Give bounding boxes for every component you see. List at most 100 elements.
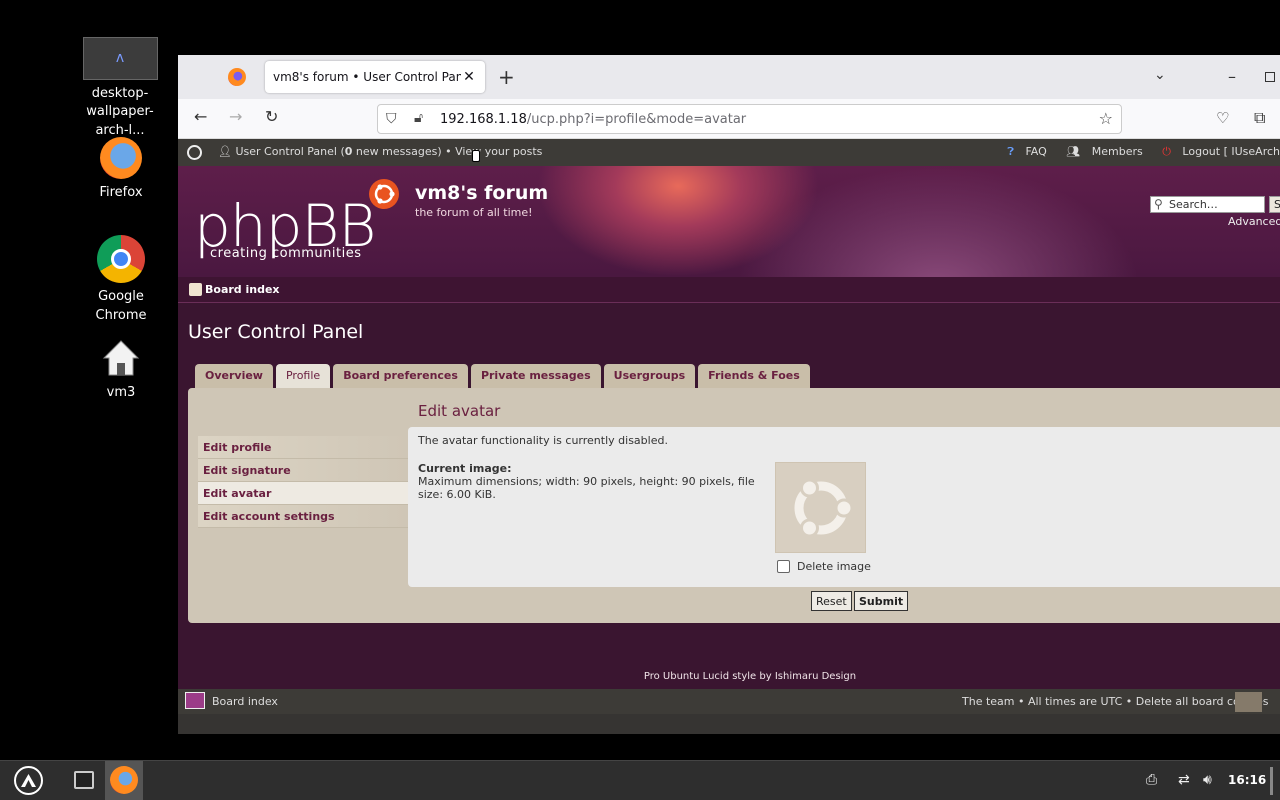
bookmark-star-icon[interactable]: ☆	[1099, 109, 1113, 128]
volume-icon[interactable]: 🔊︎	[1203, 772, 1212, 788]
tab-bar: vm8's forum • User Control Panel ✕ + ⌄ –	[178, 55, 1280, 99]
new-tab-icon[interactable]: +	[498, 65, 515, 89]
tab-private-messages[interactable]: Private messages	[470, 364, 601, 388]
firefox-view-icon[interactable]	[228, 68, 246, 86]
search-placeholder: Search…	[1169, 198, 1218, 211]
topbar-left: 👤︎ User Control Panel (0 new messages) •…	[218, 145, 542, 158]
network-icon[interactable]: ⇄	[1178, 772, 1190, 788]
desktop-icon-label: Firefox	[99, 185, 143, 200]
desktop-icon-label: desktop-	[91, 86, 149, 101]
clock[interactable]: 16:16	[1228, 773, 1266, 787]
pocket-icon[interactable]: ♡	[1216, 109, 1229, 127]
tab-profile[interactable]: Profile	[275, 364, 331, 389]
forum-topbar: 👤︎ User Control Panel (0 new messages) •…	[178, 139, 1280, 166]
faq-link[interactable]: ❓︎ FAQ	[999, 145, 1046, 158]
tab-overview[interactable]: Overview	[195, 364, 273, 388]
style-swatch[interactable]	[1235, 692, 1262, 712]
search-input[interactable]: ⚲ Search…	[1150, 196, 1265, 213]
menu-edit-signature[interactable]: Edit signature	[198, 459, 408, 482]
delete-image-option: Delete image	[777, 560, 871, 573]
image-file-icon: ʌ	[82, 37, 158, 80]
back-icon[interactable]: ←	[194, 107, 207, 126]
search-icon: ⚲	[1154, 197, 1163, 211]
app-launcher-icon[interactable]	[14, 766, 43, 795]
tab-title: vm8's forum • User Control Panel	[273, 70, 461, 84]
forum-header: phpBB creating communities vm8's forum t…	[178, 166, 1280, 277]
close-tab-icon[interactable]: ✕	[461, 69, 477, 85]
topbar-right: ❓︎ FAQ 👥︎ Members ⏻ Logout [ IUseArch	[991, 145, 1280, 159]
chevron-down-icon[interactable]: ⌄	[1154, 67, 1166, 83]
breadcrumb: Board index	[178, 277, 1280, 303]
tab-usergroups[interactable]: Usergroups	[603, 364, 696, 388]
members-link[interactable]: 👥︎ Members	[1058, 145, 1142, 158]
menu-edit-profile[interactable]: Edit profile	[198, 436, 408, 459]
footer-board-index[interactable]: Board index	[212, 695, 278, 708]
desktop-icon-wallpaper[interactable]: ʌ desktop- wallpaper-arch-l...	[70, 37, 170, 140]
desktop-icon-chrome[interactable]: Google Chrome	[71, 235, 171, 325]
desktop-icon-label: Google Chrome	[95, 289, 147, 323]
extensions-icon[interactable]: ⧉	[1254, 108, 1265, 128]
user-icon: 👤︎	[218, 145, 236, 158]
nav-bar: ← → ↻ ⛉ 🔓︎ 192.168.1.18/ucp.php?i=profil…	[178, 99, 1280, 139]
ucp-link[interactable]: User Control Panel (	[235, 145, 344, 158]
search-button[interactable]: S	[1269, 196, 1280, 213]
avatar-image	[775, 462, 866, 553]
url-host: 192.168.1.18	[440, 112, 527, 127]
forum-footer: Board index The team • All times are UTC…	[178, 689, 1280, 714]
taskbar-firefox[interactable]	[105, 761, 143, 800]
section-title: Edit avatar	[418, 402, 501, 420]
minimize-icon[interactable]: –	[1228, 67, 1236, 86]
maximize-icon[interactable]	[1265, 72, 1275, 82]
url-path: /ucp.php?i=profile&mode=avatar	[526, 112, 747, 127]
ubuntu-logo-icon	[369, 179, 399, 209]
logout-link[interactable]: ⏻ Logout [ IUseArch	[1154, 145, 1280, 158]
page-title: User Control Panel	[188, 321, 364, 343]
firefox-icon	[110, 766, 138, 794]
desktop-icon-firefox[interactable]: Firefox	[71, 137, 171, 202]
desktop-icon-label: vm3	[106, 385, 136, 400]
tab-board-preferences[interactable]: Board preferences	[333, 364, 468, 388]
home-icon	[189, 283, 202, 296]
current-image-label: Current image:	[418, 462, 512, 475]
printer-icon[interactable]: ⎙	[1146, 772, 1157, 788]
desktop-icon-vm3[interactable]: vm3	[71, 337, 171, 402]
pointer-cursor-icon	[472, 150, 480, 162]
insecure-lock-icon[interactable]: 🔓︎	[414, 110, 423, 126]
ubuntu-avatar-icon	[794, 478, 853, 537]
style-credit[interactable]: Pro Ubuntu Lucid style by Ishimaru Desig…	[178, 671, 1280, 682]
board-index-icon	[185, 692, 205, 709]
reset-button[interactable]: Reset	[811, 591, 852, 611]
menu-edit-avatar[interactable]: Edit avatar	[198, 482, 408, 505]
reload-icon[interactable]: ↻	[265, 107, 278, 126]
site-description: the forum of all time!	[415, 206, 533, 219]
power-icon: ⏻	[1162, 145, 1171, 158]
taskbar: ⎙ ⇄ 🔊︎ 16:16	[0, 760, 1280, 800]
footer-links[interactable]: The team • All times are UTC • Delete al…	[962, 695, 1268, 708]
shield-icon[interactable]: ⛉	[386, 111, 397, 127]
view-posts-link[interactable]: new messages) • View your posts	[352, 145, 543, 158]
tab-active[interactable]: vm8's forum • User Control Panel ✕	[265, 61, 485, 93]
site-title[interactable]: vm8's forum	[415, 182, 548, 204]
chrome-icon	[97, 235, 145, 283]
tab-friends-foes[interactable]: Friends & Foes	[698, 364, 810, 388]
ucp-tabs: Overview Profile Board preferences Priva…	[195, 364, 810, 389]
desktop-icon-label: wallpaper-arch-l...	[86, 104, 154, 138]
home-folder-icon	[100, 337, 142, 379]
show-desktop-button[interactable]	[1270, 767, 1273, 795]
terminal-icon[interactable]	[74, 771, 94, 789]
delete-image-checkbox[interactable]	[777, 560, 790, 573]
help-icon: ❓︎	[1007, 145, 1014, 158]
delete-image-label: Delete image	[797, 560, 871, 573]
breadcrumb-board-index[interactable]: Board index	[205, 283, 280, 296]
advanced-search-link[interactable]: Advanced	[1228, 215, 1280, 228]
forum-page: 👤︎ User Control Panel (0 new messages) •…	[178, 139, 1280, 734]
page-bottom	[178, 714, 1280, 734]
disabled-message: The avatar functionality is currently di…	[418, 434, 668, 447]
url-bar[interactable]: ⛉ 🔓︎ 192.168.1.18/ucp.php?i=profile&mode…	[377, 104, 1122, 134]
submit-button[interactable]: Submit	[854, 591, 909, 611]
url-text[interactable]: 192.168.1.18/ucp.php?i=profile&mode=avat…	[440, 112, 746, 127]
forward-icon[interactable]: →	[229, 107, 242, 126]
menu-edit-account-settings[interactable]: Edit account settings	[198, 505, 408, 528]
firefox-icon	[100, 137, 142, 179]
phpbb-tagline: creating communities	[210, 246, 362, 261]
